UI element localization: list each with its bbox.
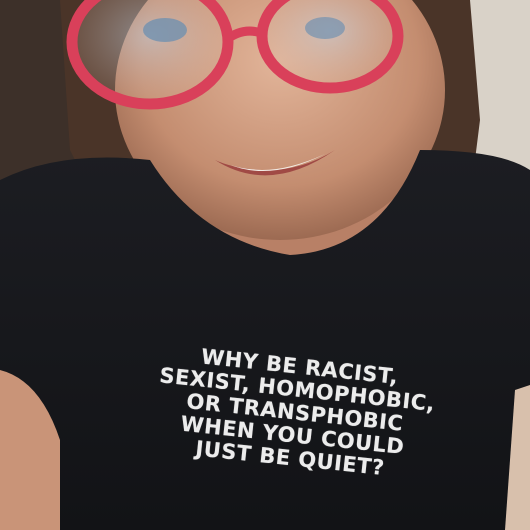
- left-lens: [66, 0, 234, 110]
- left-eye: [143, 18, 187, 42]
- photo: WHY BE RACIST, SEXIST, HOMOPHOBIC, OR TR…: [0, 0, 530, 530]
- right-eye: [305, 17, 345, 39]
- right-lens: [256, 0, 404, 94]
